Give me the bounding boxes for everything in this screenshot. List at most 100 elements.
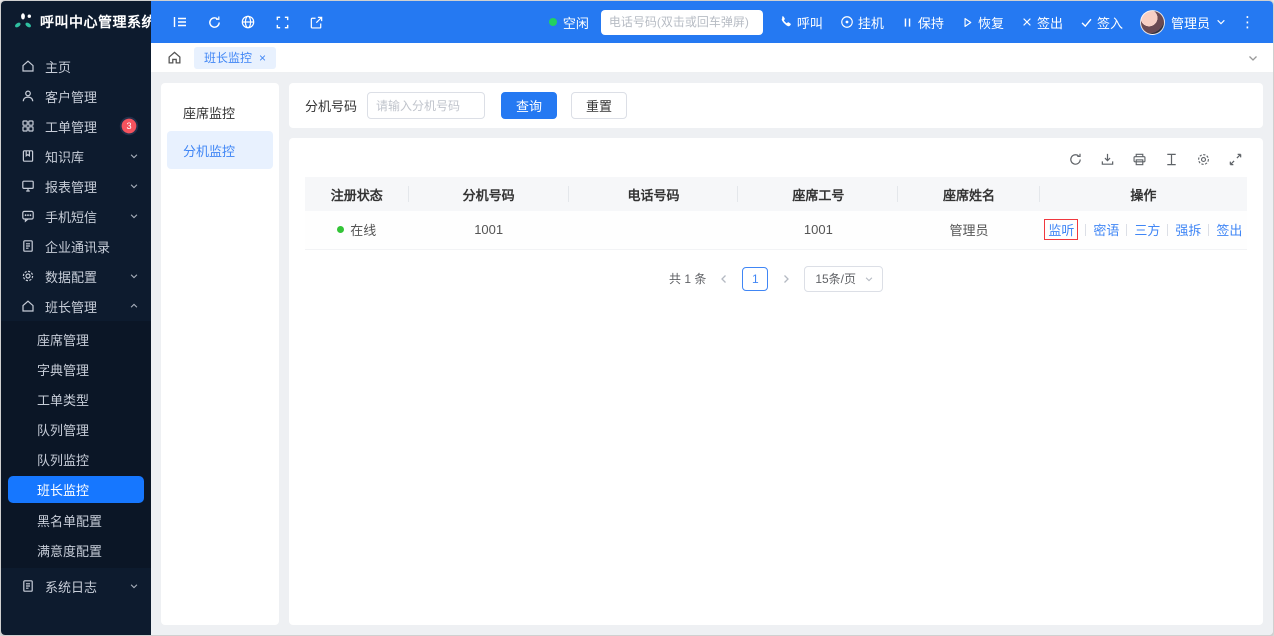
user-name: 管理员 xyxy=(1171,13,1210,32)
supervisor-submenu: 座席管理 字典管理 工单类型 队列管理 队列监控 班长监控 黑名单配置 满意度配… xyxy=(1,321,151,568)
page-size-select[interactable]: 15条/页 xyxy=(804,266,883,292)
refresh-icon[interactable] xyxy=(1068,152,1083,167)
sign-in-button[interactable]: 签入 xyxy=(1080,13,1123,32)
pagination-total: 共 1 条 xyxy=(669,270,706,287)
sidebar-item-knowledgebase[interactable]: 知识库 xyxy=(1,141,151,171)
sidebar: 主页 客户管理 工单管理 3 知识库 报表管理 xyxy=(1,43,151,635)
query-button[interactable]: 查询 xyxy=(501,92,557,119)
submenu-item-queue-monitor[interactable]: 队列监控 xyxy=(1,444,151,474)
top-header: 呼叫中心管理系统 xyxy=(1,1,1273,43)
action-whisper-link[interactable]: 密语 xyxy=(1093,220,1119,239)
chevron-down-icon xyxy=(129,181,139,191)
panel-item-extension-monitor[interactable]: 分机监控 xyxy=(167,131,273,169)
cell-actions: 监听 密语 三方 强拆 签出 xyxy=(1040,211,1247,249)
gear-icon xyxy=(21,269,35,283)
user-avatar xyxy=(1140,10,1165,35)
sign-out-button[interactable]: 签出 xyxy=(1021,13,1063,32)
action-sign-out-link[interactable]: 签出 xyxy=(1216,220,1242,239)
user-menu[interactable]: 管理员 xyxy=(1140,10,1226,35)
logo-sparkle-icon xyxy=(13,12,33,32)
search-card: 分机号码 查询 重置 xyxy=(289,83,1263,128)
chevron-down-icon xyxy=(1216,17,1226,27)
status-dot-icon xyxy=(549,18,557,26)
app-window: 呼叫中心管理系统 xyxy=(0,0,1274,636)
print-icon[interactable] xyxy=(1132,152,1147,167)
chat-icon xyxy=(21,209,35,223)
tab-overflow-chevron-icon[interactable] xyxy=(1247,52,1259,64)
extension-search-label: 分机号码 xyxy=(305,96,357,115)
external-link-icon[interactable] xyxy=(303,9,329,35)
book-icon xyxy=(21,149,35,163)
action-force-disconnect-link[interactable]: 强拆 xyxy=(1175,220,1201,239)
collapse-menu-icon[interactable] xyxy=(167,9,193,35)
reset-button[interactable]: 重置 xyxy=(571,92,627,119)
sidebar-item-contacts[interactable]: 企业通讯录 xyxy=(1,231,151,261)
home-icon xyxy=(21,59,35,73)
action-monitor-link[interactable]: 监听 xyxy=(1044,219,1078,240)
chevron-down-icon xyxy=(129,211,139,221)
page-number-button[interactable]: 1 xyxy=(742,267,768,291)
panel-item-agent-monitor[interactable]: 座席监控 xyxy=(167,93,273,131)
sidebar-item-home[interactable]: 主页 xyxy=(1,51,151,81)
pagination: 共 1 条 1 15条/页 xyxy=(305,250,1247,300)
sign-in-label: 签入 xyxy=(1097,13,1123,32)
sidebar-item-reports[interactable]: 报表管理 xyxy=(1,171,151,201)
sidebar-item-dataconfig[interactable]: 数据配置 xyxy=(1,261,151,291)
home-icon xyxy=(21,299,35,313)
tab-close-icon[interactable]: × xyxy=(259,51,266,65)
chevron-down-icon xyxy=(864,274,874,284)
action-threeway-link[interactable]: 三方 xyxy=(1134,220,1160,239)
hold-label: 保持 xyxy=(918,13,944,32)
submenu-item-satisfaction[interactable]: 满意度配置 xyxy=(1,535,151,565)
submenu-item-queue-mgmt[interactable]: 队列管理 xyxy=(1,414,151,444)
hangup-button[interactable]: 挂机 xyxy=(840,13,884,32)
col-agent-id: 座席工号 xyxy=(738,177,898,211)
online-dot-icon xyxy=(337,226,344,233)
tab-supervisor-monitor[interactable]: 班长监控 × xyxy=(194,47,276,69)
cell-extension: 1001 xyxy=(409,211,569,249)
phone-number-input[interactable] xyxy=(601,10,763,35)
more-options-icon[interactable]: ⋮ xyxy=(1236,13,1259,31)
monitor-icon xyxy=(21,179,35,193)
chevron-up-icon xyxy=(129,301,139,311)
logo: 呼叫中心管理系统 xyxy=(1,1,151,43)
sidebar-item-syslogs[interactable]: 系统日志 xyxy=(1,571,151,601)
fullscreen-table-icon[interactable] xyxy=(1228,152,1243,167)
cell-phone xyxy=(569,211,739,249)
prev-page-icon[interactable] xyxy=(716,273,732,285)
document-icon xyxy=(21,579,35,593)
submenu-item-agent-mgmt[interactable]: 座席管理 xyxy=(1,324,151,354)
sidebar-item-workorders[interactable]: 工单管理 3 xyxy=(1,111,151,141)
row-height-icon[interactable] xyxy=(1164,152,1179,167)
call-button[interactable]: 呼叫 xyxy=(779,13,823,32)
sidebar-item-customers[interactable]: 客户管理 xyxy=(1,81,151,111)
submenu-item-blacklist[interactable]: 黑名单配置 xyxy=(1,505,151,535)
home-tab-icon[interactable] xyxy=(167,50,182,65)
col-register-status: 注册状态 xyxy=(305,177,409,211)
submenu-item-supervisor-monitor[interactable]: 班长监控 xyxy=(8,476,144,503)
sidebar-item-sms[interactable]: 手机短信 xyxy=(1,201,151,231)
submenu-item-dictionary[interactable]: 字典管理 xyxy=(1,354,151,384)
tab-bar: 班长监控 × xyxy=(151,43,1273,73)
col-extension: 分机号码 xyxy=(409,177,569,211)
tab-label: 班长监控 xyxy=(204,49,252,66)
column-settings-icon[interactable] xyxy=(1196,152,1211,167)
download-icon[interactable] xyxy=(1100,152,1115,167)
extension-search-input[interactable] xyxy=(367,92,485,119)
col-agent-name: 座席姓名 xyxy=(898,177,1039,211)
cell-agent-id: 1001 xyxy=(738,211,898,249)
submenu-item-workorder-types[interactable]: 工单类型 xyxy=(1,384,151,414)
resume-button[interactable]: 恢复 xyxy=(961,13,1004,32)
next-page-icon[interactable] xyxy=(778,273,794,285)
language-globe-icon[interactable] xyxy=(235,9,261,35)
chevron-down-icon xyxy=(129,151,139,161)
fullscreen-icon[interactable] xyxy=(269,9,295,35)
refresh-icon[interactable] xyxy=(201,9,227,35)
table-toolbar xyxy=(305,146,1247,177)
table-header-row: 注册状态 分机号码 电话号码 座席工号 座席姓名 操作 xyxy=(305,177,1247,211)
hangup-label: 挂机 xyxy=(858,13,884,32)
document-icon xyxy=(21,239,35,253)
hold-button[interactable]: 保持 xyxy=(901,13,944,32)
sidebar-item-supervisor[interactable]: 班长管理 xyxy=(1,291,151,321)
cell-status: 在线 xyxy=(305,211,409,249)
